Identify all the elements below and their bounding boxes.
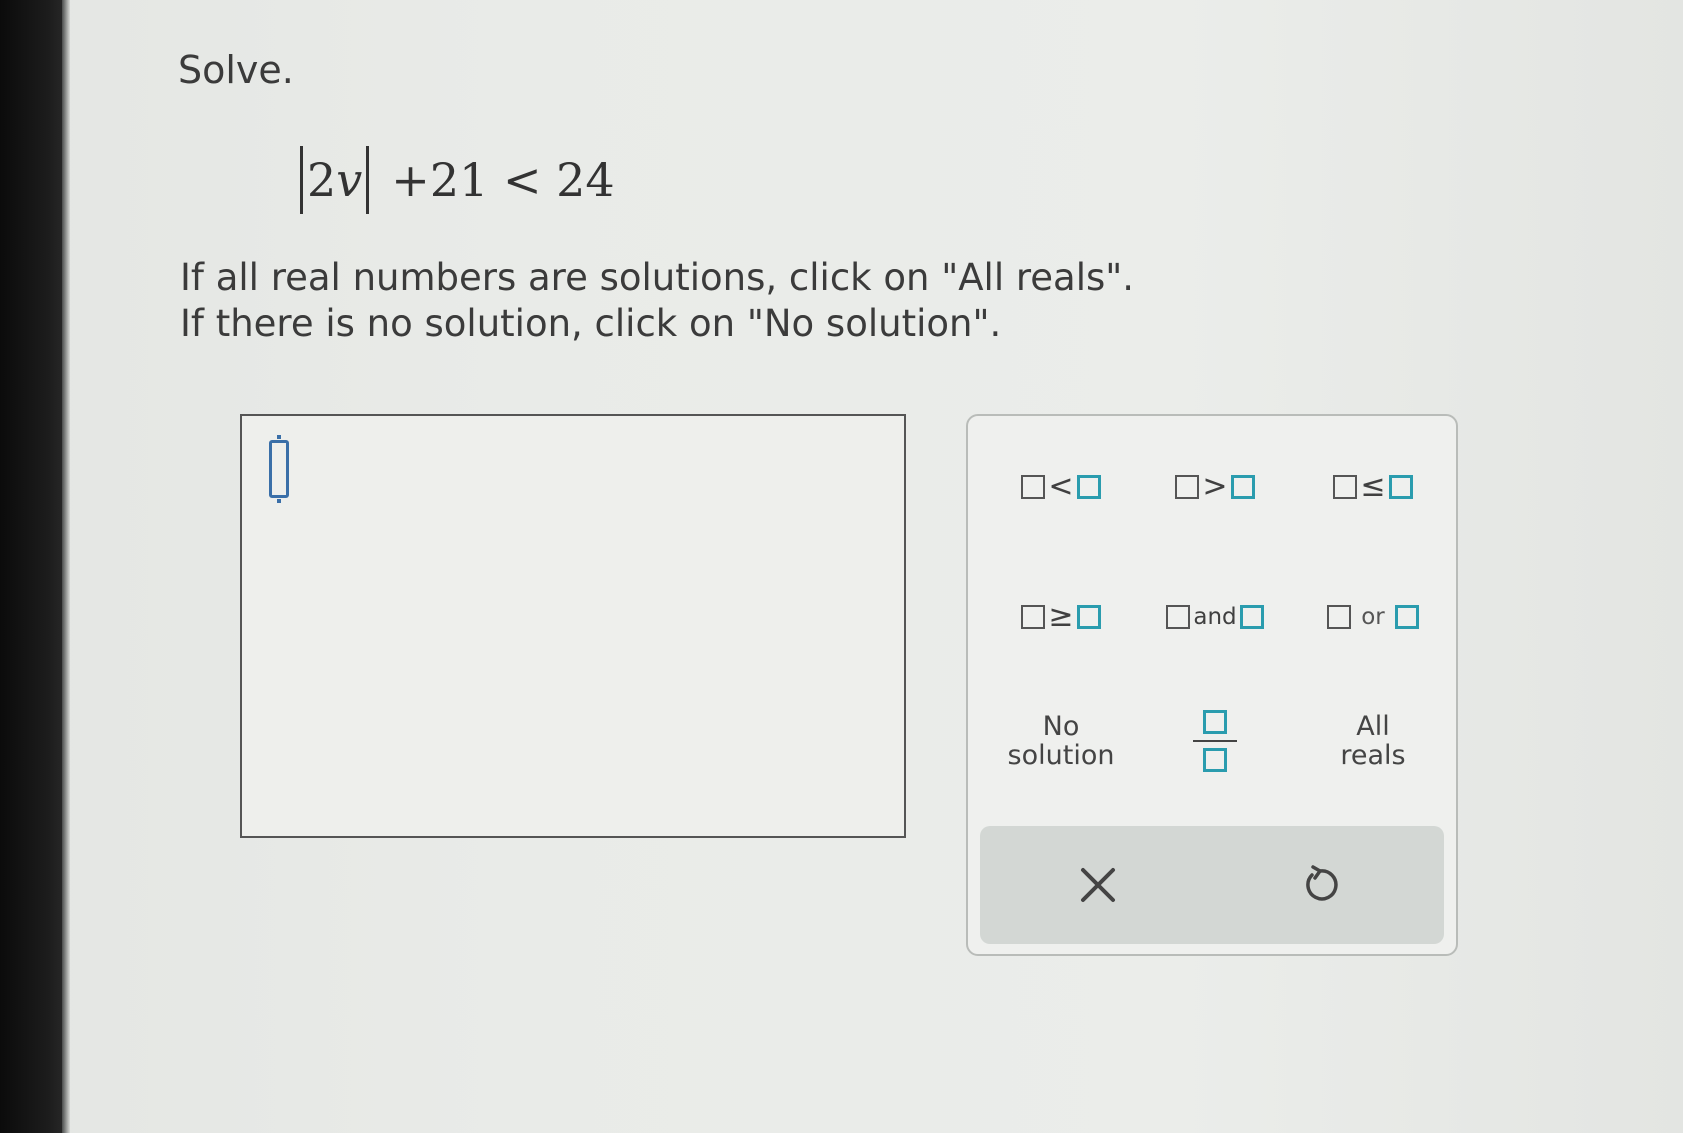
placeholder-box-icon (1076, 605, 1101, 629)
placeholder-box-icon (1175, 475, 1200, 499)
input-cursor-slot[interactable] (269, 435, 289, 503)
no-solution-label-line1: No (1042, 711, 1080, 742)
fraction-icon (1193, 709, 1237, 773)
question-page: Solve. 2 v +21 < 24 If all real numbers … (0, 0, 1683, 1133)
clear-button[interactable] (1058, 850, 1138, 920)
less-equal-symbol: ≤ (1360, 469, 1386, 504)
no-solution-label-line2: solution (1007, 740, 1115, 771)
all-reals-label-line1: All (1356, 711, 1390, 742)
absolute-value-bar-left (300, 146, 303, 214)
undo-icon (1306, 865, 1338, 901)
keypad-action-bar (980, 826, 1444, 944)
placeholder-box-icon (1394, 605, 1419, 629)
equation-variable: v (336, 153, 363, 207)
placeholder-box-icon (1021, 475, 1046, 499)
close-icon (1081, 868, 1115, 902)
instruction-no-solution: If there is no solution, click on "No so… (180, 302, 1002, 345)
answer-input-box[interactable] (240, 414, 906, 838)
placeholder-box-icon (1230, 475, 1255, 499)
denominator-box-icon (1203, 748, 1227, 773)
placeholder-box-icon (1166, 605, 1191, 629)
fraction-bar (1193, 739, 1237, 743)
and-label: and (1193, 604, 1237, 630)
greater-equal-symbol: ≥ (1048, 599, 1074, 634)
equation-rest: +21 < 24 (391, 153, 615, 207)
placeholder-box-icon (1388, 475, 1413, 499)
less-than-symbol: < (1048, 469, 1074, 504)
or-button[interactable]: or (1308, 582, 1438, 652)
or-label: or (1361, 604, 1385, 630)
greater-than-symbol: > (1202, 469, 1228, 504)
placeholder-box-icon (1021, 605, 1046, 629)
less-than-button[interactable]: < (996, 452, 1126, 522)
numerator-box-icon (1203, 709, 1227, 734)
equation-coefficient: 2 (307, 153, 337, 207)
math-keypad: < > ≤ ≥ and or No solution All reals (966, 414, 1458, 956)
placeholder-box-icon (1327, 605, 1352, 629)
undo-button[interactable] (1280, 850, 1360, 920)
placeholder-box-icon (1076, 475, 1101, 499)
placeholder-box-icon (1333, 475, 1358, 499)
all-reals-button[interactable]: All reals (1308, 706, 1438, 776)
greater-equal-button[interactable]: ≥ (996, 582, 1126, 652)
greater-than-button[interactable]: > (1150, 452, 1280, 522)
problem-heading: Solve. (178, 48, 294, 92)
absolute-value-bar-right (366, 146, 370, 214)
all-reals-label-line2: reals (1340, 740, 1406, 771)
and-button[interactable]: and (1150, 582, 1280, 652)
placeholder-box-icon (1239, 605, 1264, 629)
inequality-expression: 2 v +21 < 24 (296, 145, 615, 215)
instruction-all-reals: If all real numbers are solutions, click… (180, 256, 1135, 299)
fraction-button[interactable] (1150, 706, 1280, 776)
less-equal-button[interactable]: ≤ (1308, 452, 1438, 522)
no-solution-button[interactable]: No solution (996, 706, 1126, 776)
